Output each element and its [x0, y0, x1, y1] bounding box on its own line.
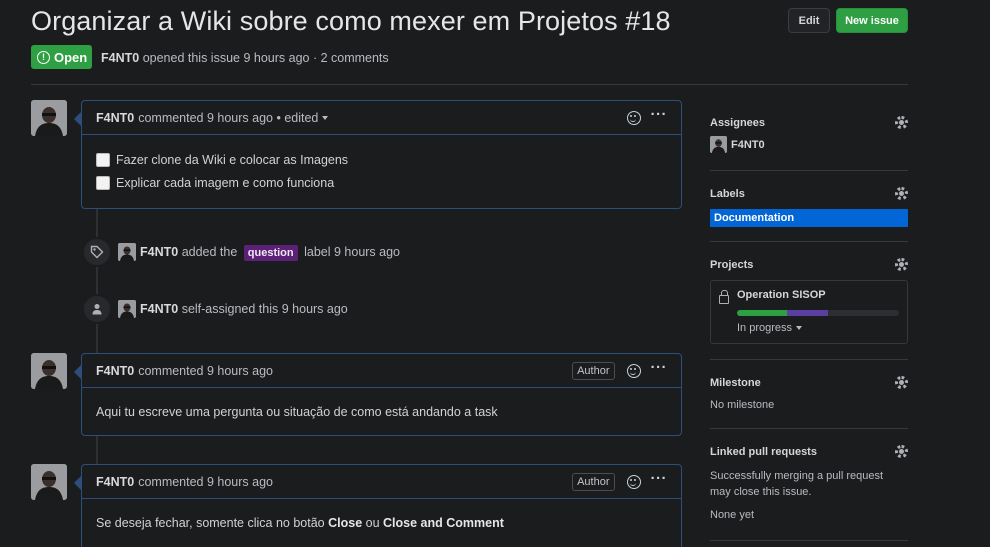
gear-icon[interactable] [895, 258, 908, 271]
comment-bold-close-and-comment: Close and Comment [383, 516, 504, 530]
sidebar-divider [710, 359, 908, 360]
assignee-name[interactable]: F4NT0 [731, 139, 765, 151]
comment-text: ou [365, 516, 380, 530]
issue-author-link[interactable]: F4NT0 [101, 51, 139, 65]
event-text: F4NT0 added the question label 9 hours a… [140, 245, 401, 261]
sidebar-divider [710, 428, 908, 429]
issue-meta: F4NT0 opened this issue 9 hours ago · 2 … [101, 51, 389, 65]
person-icon [82, 294, 112, 324]
comment-author[interactable]: F4NT0 [96, 111, 134, 125]
tag-icon [82, 237, 112, 267]
more-options-icon[interactable]: ··· [651, 471, 668, 486]
milestone-value: No milestone [710, 399, 775, 411]
avatar[interactable] [31, 100, 67, 136]
avatar[interactable] [118, 300, 136, 318]
task-label: Fazer clone da Wiki e colocar as Imagens [116, 152, 349, 167]
projects-title: Projects [710, 258, 754, 271]
comment-header: F4NT0 commented 9 hours ago Author ··· [82, 354, 681, 388]
avatar[interactable] [31, 353, 67, 389]
project-progress-bar [737, 310, 899, 316]
project-name[interactable]: Operation SISOP [737, 289, 826, 301]
assignees-section: Assignees F4NT0 [710, 116, 908, 153]
status-label: Open [54, 49, 88, 65]
progress-in-progress-segment [787, 310, 828, 316]
gear-icon[interactable] [895, 116, 908, 129]
project-status-label: In progress [737, 322, 793, 334]
avatar[interactable] [118, 243, 136, 261]
linked-pull-requests-section: Linked pull requests Successfully mergin… [710, 445, 908, 521]
comment-header: F4NT0 commented 9 hours ago • edited ··· [82, 101, 681, 135]
milestone-title: Milestone [710, 376, 761, 389]
task-checkbox[interactable] [96, 152, 110, 167]
smiley-icon[interactable] [626, 110, 641, 125]
comment-box: F4NT0 commented 9 hours ago Author ··· S… [74, 464, 682, 547]
author-badge: Author [572, 361, 615, 380]
comment-meta[interactable]: commented 9 hours ago [138, 364, 273, 378]
comment-text: Se deseja fechar, somente clica no botão [96, 516, 325, 530]
issue-meta-text: opened this issue 9 hours ago · 2 commen… [142, 51, 389, 65]
comment-box: F4NT0 commented 9 hours ago Author ··· A… [74, 353, 682, 436]
gear-icon[interactable] [895, 187, 908, 200]
sidebar-divider [710, 170, 908, 171]
task-item: Explicar cada imagem e como funciona [96, 171, 667, 194]
event-text: F4NT0 self-assigned this 9 hours ago [140, 302, 348, 316]
event-actor[interactable]: F4NT0 [140, 245, 178, 259]
lock-icon [719, 290, 729, 304]
status-badge: ! Open [31, 45, 92, 69]
avatar[interactable] [31, 464, 67, 500]
gear-icon[interactable] [895, 445, 908, 458]
labels-title: Labels [710, 187, 745, 200]
smiley-icon[interactable] [626, 474, 641, 489]
comment-meta[interactable]: commented 9 hours ago • edited [138, 111, 318, 125]
question-label[interactable]: question [243, 245, 298, 261]
task-label: Explicar cada imagem e como funciona [116, 175, 335, 190]
comment-meta[interactable]: commented 9 hours ago [138, 475, 273, 489]
issue-title: Organizar a Wiki sobre como mexer em Pro… [31, 6, 671, 36]
projects-section: Projects Operation SISOP In progress [710, 258, 908, 344]
project-status[interactable]: In progress [737, 322, 899, 334]
header-divider [31, 84, 908, 85]
progress-done-segment [737, 310, 788, 316]
edit-button[interactable]: Edit [788, 8, 830, 33]
comment-author[interactable]: F4NT0 [96, 475, 134, 489]
comment-header: F4NT0 commented 9 hours ago Author ··· [82, 465, 681, 499]
timeline-event-assigned: F4NT0 self-assigned this 9 hours ago [82, 294, 348, 324]
new-issue-button[interactable]: New issue [836, 8, 908, 33]
timeline-event-labeled: F4NT0 added the question label 9 hours a… [82, 237, 400, 267]
linked-pull-requests-value: None yet [710, 509, 755, 521]
comment-body: Se deseja fechar, somente clica no botão… [82, 499, 681, 543]
event-actor[interactable]: F4NT0 [140, 302, 178, 316]
comment-author[interactable]: F4NT0 [96, 364, 134, 378]
linked-pull-requests-desc: Successfully merging a pull request may … [710, 470, 884, 498]
gear-icon[interactable] [895, 376, 908, 389]
documentation-label[interactable]: Documentation [710, 209, 908, 227]
more-options-icon[interactable]: ··· [651, 107, 668, 122]
comment-bold-close: Close [328, 516, 363, 530]
comment-body: Aqui tu escreve uma pergunta ou situação… [96, 405, 498, 419]
more-options-icon[interactable]: ··· [651, 360, 668, 375]
event-text-before: added the [181, 245, 238, 259]
task-item: Fazer clone da Wiki e colocar as Imagens [96, 148, 667, 171]
linked-pull-requests-title: Linked pull requests [710, 445, 817, 458]
project-card[interactable]: Operation SISOP In progress [710, 280, 908, 344]
issue-opened-icon: ! [37, 50, 50, 64]
sidebar-divider [710, 241, 908, 242]
smiley-icon[interactable] [626, 363, 641, 378]
milestone-section: Milestone No milestone [710, 376, 908, 411]
event-text-after: label 9 hours ago [304, 245, 401, 259]
chevron-down-icon[interactable] [796, 326, 803, 331]
assignees-title: Assignees [710, 116, 766, 129]
sidebar-divider [710, 540, 908, 541]
labels-section: Labels Documentation [710, 187, 908, 227]
comment-body: Fazer clone da Wiki e colocar as Imagens… [82, 135, 681, 207]
avatar[interactable] [710, 136, 727, 153]
event-text-after: self-assigned this 9 hours ago [181, 302, 348, 316]
comment-box: F4NT0 commented 9 hours ago • edited ···… [74, 100, 682, 209]
author-badge: Author [572, 472, 615, 491]
task-checkbox[interactable] [96, 175, 110, 190]
chevron-down-icon[interactable] [322, 115, 329, 120]
